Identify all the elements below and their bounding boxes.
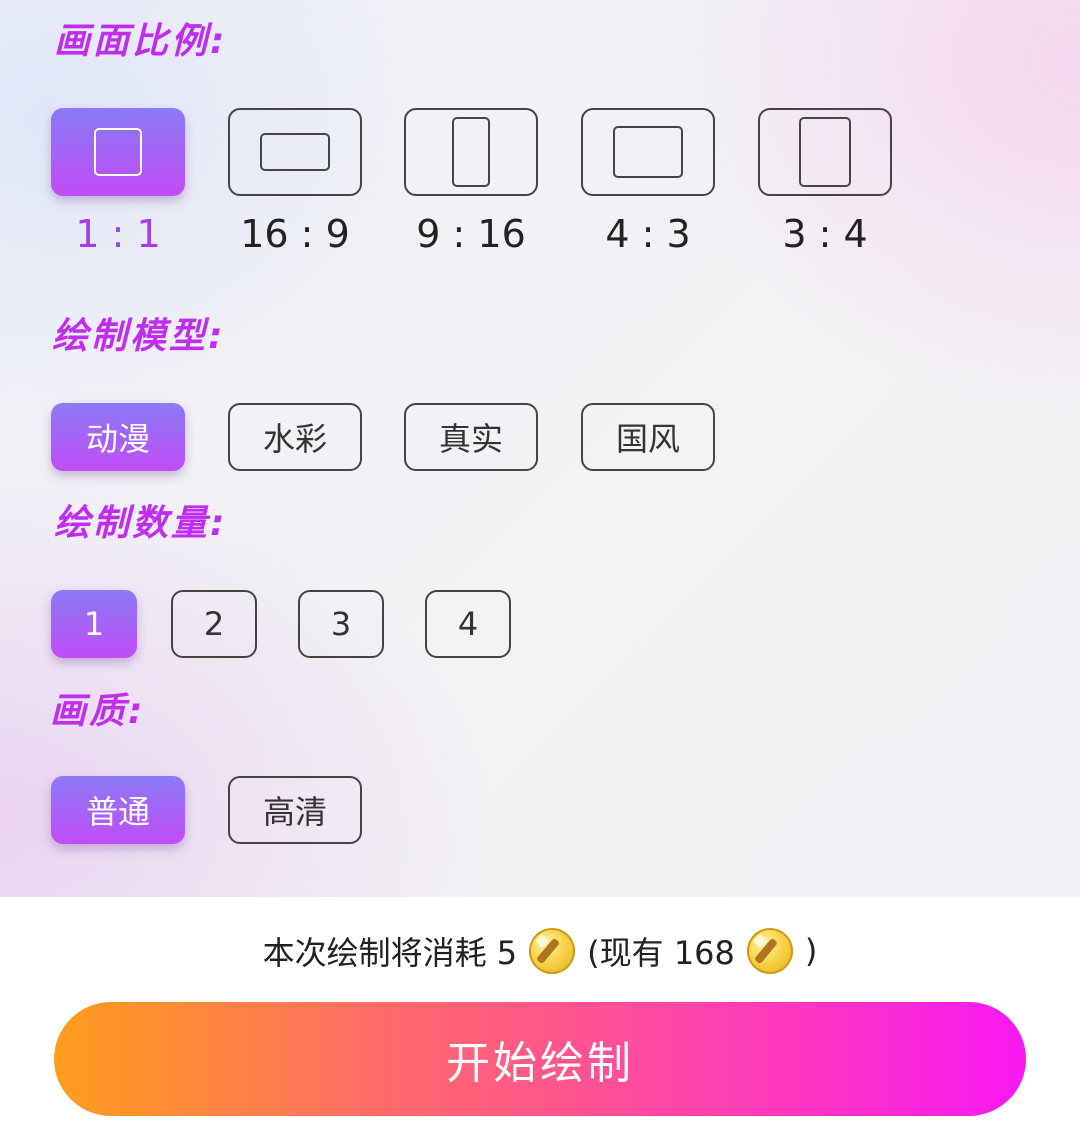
cost-text: 本次绘制将消耗 5 bbox=[262, 934, 518, 972]
landscape-frame-icon bbox=[260, 133, 330, 171]
square-frame-icon bbox=[94, 128, 142, 176]
count-option-2[interactable]: 2 bbox=[171, 590, 257, 658]
portrait-frame-icon bbox=[799, 117, 851, 187]
landscape-frame-icon bbox=[613, 126, 683, 178]
balance-close-paren: ) bbox=[804, 932, 818, 970]
quality-option-hd[interactable]: 高清 bbox=[228, 776, 362, 844]
model-option-anime[interactable]: 动漫 bbox=[51, 403, 185, 471]
ratio-option-4-3[interactable] bbox=[581, 108, 715, 196]
ratio-label-16-9[interactable]: 16 : 9 bbox=[228, 212, 362, 256]
ratio-option-1-1[interactable] bbox=[51, 108, 185, 196]
model-option-realistic[interactable]: 真实 bbox=[404, 403, 538, 471]
magic-wand-coin-icon bbox=[529, 928, 576, 974]
ratio-section-title: 画面比例: bbox=[54, 21, 228, 62]
count-option-4[interactable]: 4 bbox=[425, 590, 511, 658]
balance-text: (现有 168 bbox=[587, 934, 735, 972]
portrait-frame-icon bbox=[452, 117, 490, 187]
magic-wand-coin-icon bbox=[746, 928, 793, 974]
count-option-3[interactable]: 3 bbox=[298, 590, 384, 658]
ratio-option-16-9[interactable] bbox=[228, 108, 362, 196]
ratio-label-9-16[interactable]: 9 : 16 bbox=[404, 212, 538, 256]
ratio-label-3-4[interactable]: 3 : 4 bbox=[758, 212, 892, 256]
ratio-label-1-1[interactable]: 1 : 1 bbox=[51, 212, 185, 256]
quality-option-standard[interactable]: 普通 bbox=[51, 776, 185, 844]
model-option-watercolor[interactable]: 水彩 bbox=[228, 403, 362, 471]
ratio-option-9-16[interactable] bbox=[404, 108, 538, 196]
quality-section-title: 画质: bbox=[50, 691, 146, 732]
model-option-chinese-style[interactable]: 国风 bbox=[581, 403, 715, 471]
model-section-title: 绘制模型: bbox=[52, 316, 226, 357]
ratio-label-4-3[interactable]: 4 : 3 bbox=[581, 212, 715, 256]
bottom-panel: 本次绘制将消耗 5 (现有 168 ) 开始绘制 bbox=[0, 897, 1080, 1136]
start-drawing-button[interactable]: 开始绘制 bbox=[54, 1002, 1026, 1116]
ratio-option-3-4[interactable] bbox=[758, 108, 892, 196]
cost-info: 本次绘制将消耗 5 (现有 168 ) bbox=[0, 921, 1080, 981]
count-section-title: 绘制数量: bbox=[54, 503, 228, 544]
count-option-1[interactable]: 1 bbox=[51, 590, 137, 658]
